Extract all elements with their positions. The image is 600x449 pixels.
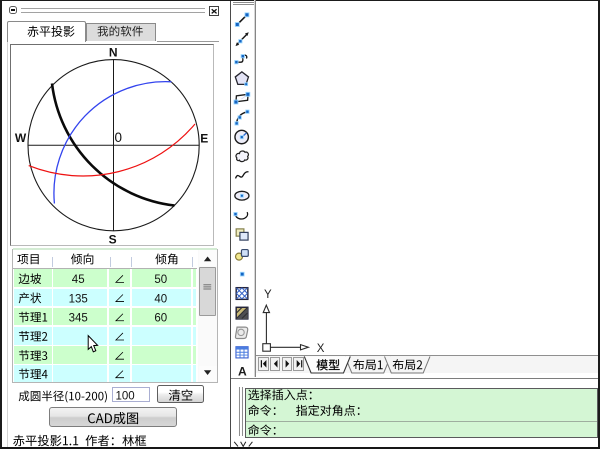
svg-text:60: 60 <box>154 313 167 325</box>
svg-text:S: S <box>109 233 117 247</box>
svg-text:E: E <box>200 132 208 146</box>
svg-text:A: A <box>238 364 247 378</box>
svg-text:45: 45 <box>72 274 85 286</box>
svg-text:Y: Y <box>264 289 272 301</box>
svg-text:40: 40 <box>154 293 167 305</box>
svg-text:0: 0 <box>115 130 123 145</box>
svg-text:135: 135 <box>69 293 88 305</box>
svg-text:N: N <box>109 46 118 60</box>
svg-text:W: W <box>15 131 27 145</box>
svg-text:X: X <box>317 343 325 355</box>
svg-text:50: 50 <box>154 274 167 286</box>
svg-text:345: 345 <box>69 313 88 325</box>
svg-text:100: 100 <box>116 391 135 403</box>
